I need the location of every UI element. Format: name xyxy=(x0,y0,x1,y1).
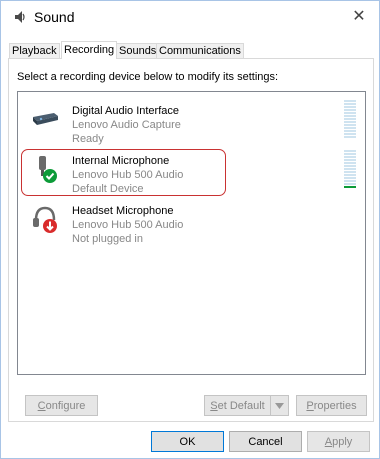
meter-bar xyxy=(344,103,356,105)
device-name: Digital Audio Interface xyxy=(72,105,180,117)
meter-bar xyxy=(344,174,356,176)
device-digital-audio-interface[interactable]: Digital Audio Interface Lenovo Audio Cap… xyxy=(24,96,354,145)
meter-bar xyxy=(344,165,356,167)
window-title: Sound xyxy=(34,9,75,25)
headset-unplugged-icon xyxy=(33,206,57,233)
device-driver: Lenovo Hub 500 Audio xyxy=(72,219,184,231)
configure-accel: C xyxy=(37,400,46,412)
ok-button[interactable]: OK xyxy=(151,431,224,452)
title-bar: Sound ✕ xyxy=(1,1,379,33)
set-default-label: et Default xyxy=(217,400,265,412)
tab-communications[interactable]: Communications xyxy=(156,43,244,58)
meter-bar xyxy=(344,112,356,114)
speaker-icon xyxy=(15,11,25,23)
meter-bar xyxy=(344,159,356,161)
device-headset-microphone[interactable]: Headset Microphone Lenovo Hub 500 Audio … xyxy=(24,196,354,245)
meter-bar xyxy=(344,183,356,185)
properties-label: roperties xyxy=(313,400,357,412)
meter-bar xyxy=(344,121,356,123)
meter-bar xyxy=(344,115,356,117)
meter-bar xyxy=(344,156,356,158)
meter-bar xyxy=(344,106,356,108)
set-default-button[interactable]: Set Default xyxy=(204,395,271,416)
meter-bar xyxy=(344,124,356,126)
tab-playback[interactable]: Playback xyxy=(9,43,60,58)
audio-interface-icon xyxy=(33,113,58,125)
meter-bar xyxy=(344,171,356,173)
properties-button[interactable]: Properties xyxy=(296,395,367,416)
meter-bar xyxy=(344,168,356,170)
set-default-dropdown-button[interactable] xyxy=(270,395,289,416)
device-name: Headset Microphone xyxy=(72,205,174,217)
device-status: Ready xyxy=(72,133,104,145)
selection-highlight xyxy=(21,149,226,196)
configure-button[interactable]: Configure xyxy=(25,395,98,416)
meter-bar xyxy=(344,150,356,152)
chevron-down-icon xyxy=(275,403,284,409)
meter-bar xyxy=(344,130,356,132)
configure-label: onfigure xyxy=(45,400,86,412)
device-driver: Lenovo Audio Capture xyxy=(72,119,181,131)
instruction-text: Select a recording device below to modif… xyxy=(17,71,279,83)
level-meter xyxy=(344,100,356,139)
sound-dialog: Sound ✕ Playback Recording Sounds Commun… xyxy=(0,0,380,459)
device-status: Not plugged in xyxy=(72,233,143,245)
meter-bar xyxy=(344,136,356,138)
meter-bar xyxy=(344,162,356,164)
meter-bar xyxy=(344,180,356,182)
level-meter xyxy=(344,150,356,189)
tab-sounds[interactable]: Sounds xyxy=(116,43,160,58)
meter-bar xyxy=(344,133,356,135)
meter-bar xyxy=(344,127,356,129)
apply-label: pply xyxy=(332,436,353,448)
meter-bar xyxy=(344,177,356,179)
tab-recording[interactable]: Recording xyxy=(61,41,118,59)
apply-accel: A xyxy=(324,436,333,448)
set-default-accel: S xyxy=(210,400,218,412)
meter-bar xyxy=(344,100,356,102)
properties-accel: P xyxy=(306,400,314,412)
close-icon[interactable]: ✕ xyxy=(349,7,369,27)
meter-bar xyxy=(344,109,356,111)
cancel-button[interactable]: Cancel xyxy=(229,431,302,452)
apply-button[interactable]: Apply xyxy=(307,431,370,452)
meter-bar xyxy=(344,153,356,155)
meter-bar xyxy=(344,118,356,120)
recording-device-list[interactable]: Digital Audio Interface Lenovo Audio Cap… xyxy=(17,91,366,375)
meter-bar xyxy=(344,186,356,188)
